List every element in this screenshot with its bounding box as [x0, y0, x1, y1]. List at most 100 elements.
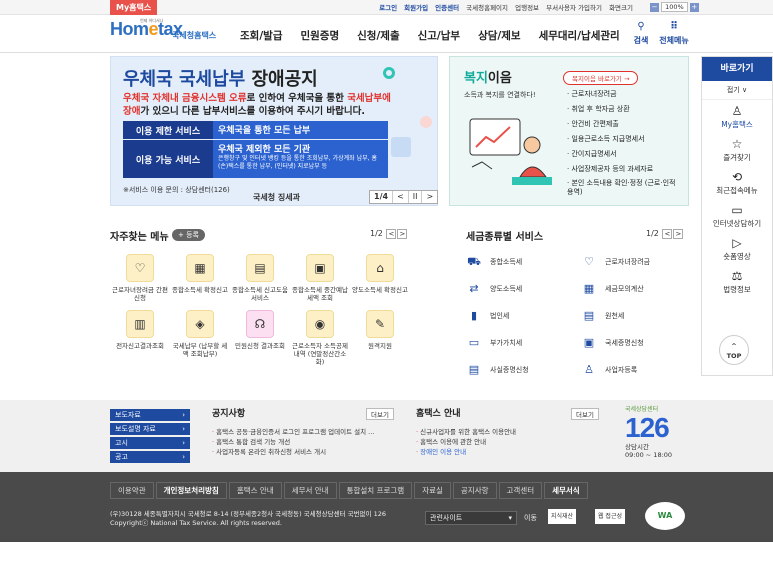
announcement-notice-button[interactable]: 고시 ›: [110, 437, 190, 449]
nav-civil-cert[interactable]: 민원증명: [300, 30, 339, 42]
welfare-item[interactable]: 근로자녀장려금: [567, 89, 677, 99]
press-explanation-button[interactable]: 보도설명 자료 ›: [110, 423, 190, 435]
nav-inquiry-issue[interactable]: 조회/발급: [240, 30, 282, 42]
taxtypes-prev-button[interactable]: <: [662, 229, 673, 239]
search-label: 검색: [633, 36, 649, 45]
gavel-icon: ⚖: [731, 269, 743, 283]
guide-more-button[interactable]: 더보기: [571, 408, 599, 420]
dept-user-join-link[interactable]: 부서사용자 가입하기: [546, 4, 602, 12]
tax-capital-gains[interactable]: ⇄ 양도소득세: [466, 280, 581, 297]
fav-item-e-filing-result[interactable]: ▥ 전자신고결과조회: [110, 310, 170, 366]
banner-next-button[interactable]: >: [421, 191, 437, 203]
tax-global-income[interactable]: ⛟ 종합소득세: [466, 253, 581, 270]
nav-tax-agent[interactable]: 세무대리/납세관리: [539, 30, 620, 42]
fav-item-income-tax-help[interactable]: ▤ 종합소득세 신고도움 서비스: [230, 254, 290, 302]
utility-bar: My홈택스 로그인 회원가입 인증센터 국세청홈페이지 업행정보 부서사용자 가…: [0, 0, 773, 15]
cert-center-link[interactable]: 인증센터: [435, 4, 459, 12]
nts-homepage-link[interactable]: 국세청홈페이지: [466, 4, 508, 12]
favorites-register-button[interactable]: + 등록: [172, 229, 205, 241]
chevron-up-icon: ^: [731, 342, 737, 350]
quick-shortform-video[interactable]: ▷ 숏폼영상: [702, 232, 772, 265]
taxtypes-next-button[interactable]: >: [673, 229, 684, 239]
tax-corporate[interactable]: ▮ 법인세: [466, 307, 581, 324]
banner-pause-button[interactable]: II: [407, 191, 422, 203]
certificate-icon: ▣: [583, 335, 595, 349]
outage-banner[interactable]: 우체국 국세납부 장애공지 우체국 자체내 금융시스템 오류로 인하여 우체국을…: [110, 56, 439, 206]
my-hometax-badge[interactable]: My홈택스: [110, 0, 158, 15]
service-status-table: 이용 제한 서비스 우체국을 통한 모든 납부 이용 가능 서비스 우체국 제외…: [123, 121, 388, 179]
fav-item-income-tax-return[interactable]: ▦ 종합소득세 확정신고: [170, 254, 230, 302]
taxtypes-title: 세금종류별 서비스: [466, 232, 544, 243]
welfare-item[interactable]: 일용근로소득 지급명세서: [567, 134, 677, 144]
signup-link[interactable]: 회원가입: [404, 4, 428, 12]
decor-circle-icon: [383, 67, 395, 79]
tax-withholding[interactable]: ▤ 원천세: [581, 307, 696, 324]
quick-favorites[interactable]: ☆ 즐겨찾기: [702, 133, 772, 166]
notice-item[interactable]: 사업자등록 온라인 취하신청 서비스 개시: [212, 447, 374, 457]
zoom-out-button[interactable]: −: [650, 2, 659, 12]
restricted-service-value: 우체국을 통한 모든 납부: [218, 126, 311, 136]
favorites-pager: 1/2 < >: [370, 229, 408, 239]
fav-item-tax-payment[interactable]: ◈ 국세납부 (납부할 세액 조회납부): [170, 310, 230, 366]
notice-item[interactable]: 홈택스 공동·금융인증서 로그인 프로그램 업데이트 설치 ...: [212, 427, 374, 437]
tax-child-credit[interactable]: ♡ 근로자녀장려금: [581, 253, 696, 270]
notice-list: 홈택스 공동·금융인증서 로그인 프로그램 업데이트 설치 ... 홈택스 통합…: [212, 427, 374, 457]
restricted-service-row: 이용 제한 서비스 우체국을 통한 모든 납부: [123, 121, 388, 139]
tax-certificate[interactable]: ▣ 국세증명신청: [581, 334, 696, 351]
footer-tax-forms-link[interactable]: 세무서식: [544, 482, 588, 499]
welfare-item[interactable]: 간이지급명세서: [567, 149, 677, 159]
tax-fact-certificate[interactable]: ▤ 사실증명신청: [466, 361, 581, 378]
favorites-next-button[interactable]: >: [397, 229, 408, 239]
footer-terms-link[interactable]: 이용약관: [110, 482, 154, 499]
guide-item[interactable]: 장애인 이용 안내: [416, 447, 516, 457]
quick-internet-consult[interactable]: ▭ 인터넷상담하기: [702, 199, 772, 232]
notice-more-button[interactable]: 더보기: [366, 408, 394, 420]
favorites-prev-button[interactable]: <: [386, 229, 397, 239]
welfare-item[interactable]: 취업 후 학자금 상환: [567, 104, 677, 114]
fav-item-year-end-settlement[interactable]: ◉ 근로소득자 소득공제 내역 (연말정산간소화): [290, 310, 350, 366]
footer-taxoffice-link[interactable]: 세무서 안내: [283, 482, 337, 499]
search-button[interactable]: ⚲ 검색: [624, 21, 658, 46]
nav-consult-report[interactable]: 상담/제보: [478, 30, 520, 42]
fav-item-remote-support[interactable]: ✎ 원격지원: [350, 310, 410, 366]
all-menu-button[interactable]: ⠿ 전체메뉴: [657, 21, 691, 46]
monitor-icon: ▭: [731, 203, 743, 217]
quick-menu-fold-button[interactable]: 접기 ∨: [702, 81, 772, 100]
nav-report-pay[interactable]: 신고/납부: [418, 30, 460, 42]
welfare-item[interactable]: 안건비 간편제출: [567, 119, 677, 129]
fav-item-capital-gains[interactable]: ⌂ 양도소득세 확정신고: [350, 254, 410, 302]
fav-item-interim-prepay[interactable]: ▣ 종합소득세 중간예납세액 조회: [290, 254, 350, 302]
scroll-top-button[interactable]: ^ TOP: [719, 335, 749, 365]
guide-title: 홈택스 안내: [416, 409, 461, 419]
tax-vat[interactable]: ▭ 부가가치세: [466, 334, 581, 351]
footer-library-link[interactable]: 자료실: [414, 482, 451, 499]
banner-prev-button[interactable]: <: [392, 191, 408, 203]
notice-item[interactable]: 홈택스 통합 검색 기능 개선: [212, 437, 374, 447]
fav-item-child-tax-credit[interactable]: ♡ 근로자녀장려금 간편신청: [110, 254, 170, 302]
login-link[interactable]: 로그인: [379, 4, 397, 12]
decor-shapes-icon: [391, 116, 432, 157]
footer-privacy-link[interactable]: 개인정보처리방침: [155, 482, 227, 499]
public-notice-button[interactable]: 공고 ›: [110, 451, 190, 463]
guide-item[interactable]: 홈택스 이용에 관한 안내: [416, 437, 516, 447]
related-sites-select[interactable]: 관련사이트 ▾: [425, 511, 517, 525]
tax-business-registration[interactable]: ♙ 사업자등록: [581, 361, 696, 378]
related-sites-go-button[interactable]: 이동: [524, 513, 537, 523]
welfare-go-button[interactable]: 복지이음 바로가기 →: [563, 71, 639, 85]
guide-item[interactable]: 신규사업자를 위한 홈택스 이용안내: [416, 427, 516, 437]
footer-install-link[interactable]: 통합설치 프로그램: [338, 482, 413, 499]
fav-item-civil-result[interactable]: ☊ 민원신청 결과조회: [230, 310, 290, 366]
press-release-button[interactable]: 보도자료 ›: [110, 409, 190, 421]
footer-customer-center-link[interactable]: 고객센터: [498, 482, 543, 499]
footer-hometax-guide-link[interactable]: 홈택스 안내: [228, 482, 282, 499]
zoom-in-button[interactable]: +: [689, 2, 699, 12]
footer-notice-link[interactable]: 공지사항: [452, 482, 497, 499]
quick-my-hometax[interactable]: ♙ My홈택스: [702, 100, 772, 133]
quick-recent-menu[interactable]: ⟲ 최근접속메뉴: [702, 166, 772, 199]
welfare-item[interactable]: 사업장제공자 등의 과세자료: [567, 164, 677, 174]
nav-apply-submit[interactable]: 신청/제출: [357, 30, 399, 42]
quick-law-info[interactable]: ⚖ 법령정보: [702, 265, 772, 298]
welfare-item[interactable]: 본인 소득내용 확인·정정 (근로·인적용역): [567, 179, 677, 197]
business-info-link[interactable]: 업행정보: [515, 4, 539, 12]
tax-simulator[interactable]: ▦ 세금모의계산: [581, 280, 696, 297]
